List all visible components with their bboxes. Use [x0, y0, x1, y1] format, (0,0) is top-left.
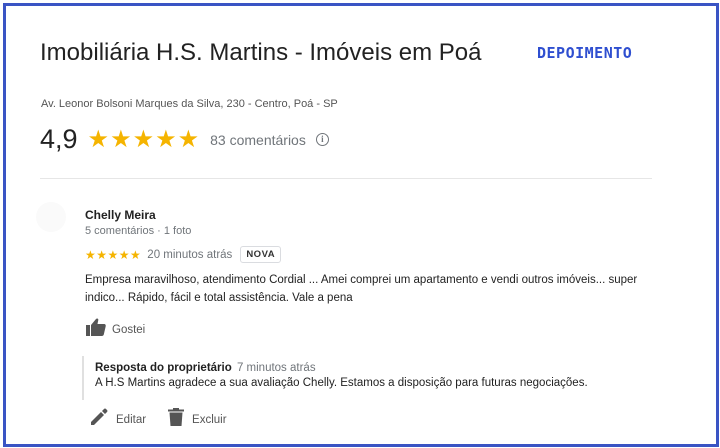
business-title: Imobiliária H.S. Martins - Imóveis em Po…	[40, 39, 482, 66]
like-button[interactable]: Gostei	[86, 318, 145, 341]
delete-label: Excluir	[192, 413, 227, 426]
business-address: Av. Leonor Bolsoni Marques da Silva, 230…	[41, 98, 338, 110]
info-icon[interactable]: i	[315, 133, 329, 146]
rating-score: 4,9	[40, 124, 78, 154]
thumbs-up-icon	[86, 318, 106, 341]
divider	[40, 178, 652, 179]
rating-stars: ★★★★★	[87, 126, 201, 153]
testimonial-badge: DEPOIMENTO	[537, 44, 633, 62]
review-stars: ★★★★★	[85, 247, 142, 262]
reviewer-name[interactable]: Chelly Meira	[85, 208, 191, 222]
avatar[interactable]	[36, 202, 66, 232]
like-label: Gostei	[112, 323, 146, 336]
reviewer-info: Chelly Meira 5 comentários · 1 foto	[85, 208, 191, 237]
review-text: Empresa maravilhoso, atendimento Cordial…	[85, 274, 638, 304]
edit-label: Editar	[116, 413, 147, 426]
new-tag: NOVA	[240, 246, 282, 263]
reply-time: 7 minutos atrás	[236, 362, 316, 374]
owner-reply: Resposta do proprietário 7 minutos atrás…	[82, 356, 655, 400]
edit-button[interactable]: Editar	[90, 408, 146, 431]
reply-owner-label: Resposta do proprietário	[95, 362, 232, 374]
review-rating-row: ★★★★★ 20 minutos atrás NOVA	[85, 246, 282, 263]
card-frame: Imobiliária H.S. Martins - Imóveis em Po…	[3, 3, 719, 447]
reviewer-meta: 5 comentários · 1 foto	[85, 225, 192, 237]
rating-summary: 4,9 ★★★★★ 83 comentários i	[40, 124, 329, 155]
trash-icon	[168, 408, 185, 431]
reply-actions: Editar Excluir	[90, 408, 227, 431]
review-time: 20 minutos atrás	[147, 248, 233, 261]
review-count-link[interactable]: 83 comentários	[210, 132, 306, 148]
reply-text: A H.S Martins agradece a sua avaliação C…	[95, 377, 588, 389]
delete-button[interactable]: Excluir	[168, 408, 227, 431]
pencil-icon	[90, 408, 108, 431]
